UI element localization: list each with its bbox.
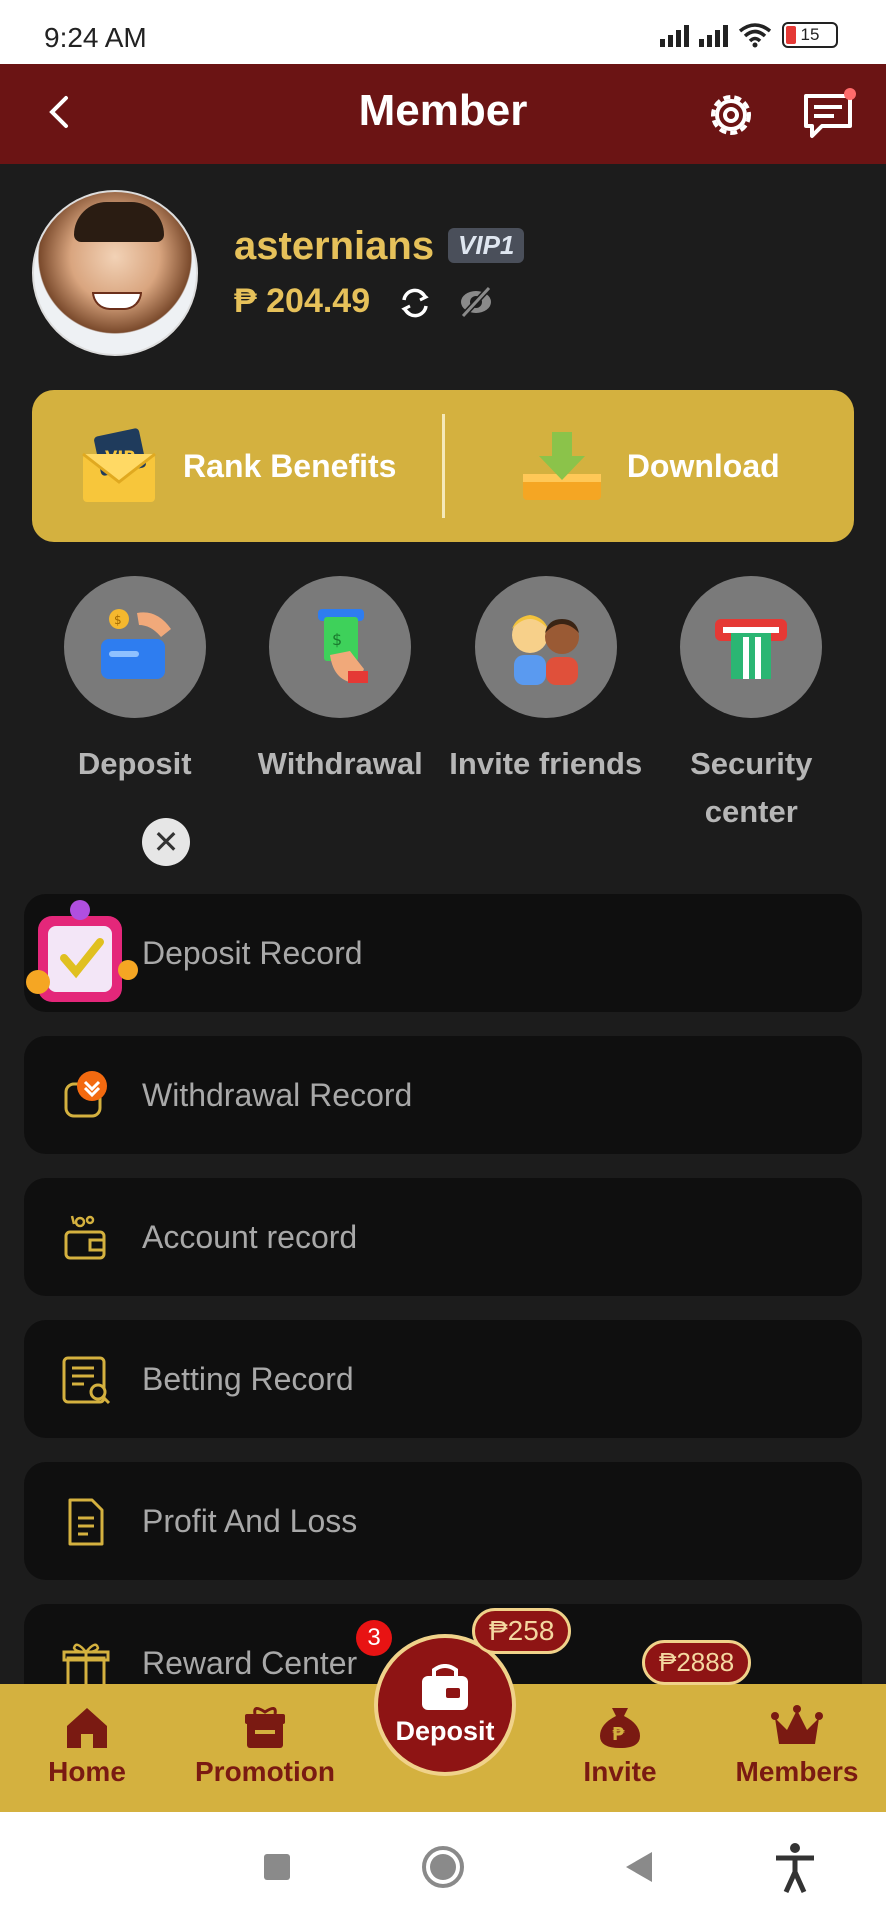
gear-icon[interactable] <box>704 88 758 142</box>
deposit-count-badge: 3 <box>356 1620 392 1656</box>
refresh-icon[interactable] <box>398 286 432 320</box>
reward-center-label: Reward Center <box>142 1644 358 1681</box>
quick-security-center[interactable]: Security center <box>649 576 855 836</box>
quick-deposit[interactable]: $ Deposit <box>32 576 238 836</box>
deposit-card-icon: $ <box>63 576 206 718</box>
withdrawal-record-item[interactable]: Withdrawal Record <box>24 1036 862 1154</box>
svg-text:$: $ <box>114 613 122 627</box>
nav-promotion[interactable]: Promotion <box>190 1684 340 1812</box>
svg-text:$: $ <box>332 630 342 649</box>
rank-benefits-label: Rank Benefits <box>183 447 397 484</box>
crown-icon <box>771 1705 823 1744</box>
nav-home-label: Home <box>48 1756 126 1787</box>
withdrawal-record-label: Withdrawal Record <box>142 1076 413 1113</box>
profit-and-loss-item[interactable]: Profit And Loss <box>24 1462 862 1580</box>
security-card-icon <box>680 576 823 718</box>
profit-and-loss-label: Profit And Loss <box>142 1502 358 1539</box>
deposit-bonus-pill: ₱258 <box>472 1608 572 1654</box>
username: asternians <box>234 224 435 268</box>
nav-deposit-button[interactable]: Deposit <box>374 1634 516 1776</box>
profile-section: asternians VIP1 ₱ 204.49 <box>32 190 862 360</box>
quick-withdrawal[interactable]: $ Withdrawal <box>238 576 444 836</box>
nav-invite-label: Invite <box>583 1756 657 1787</box>
friends-icon <box>474 576 617 718</box>
benefits-card: VIP Rank Benefits Download <box>32 390 854 542</box>
avatar[interactable] <box>32 190 198 356</box>
nav-home[interactable]: Home <box>12 1684 162 1812</box>
download-button[interactable]: Download <box>445 390 855 542</box>
hide-balance-icon[interactable] <box>456 282 496 322</box>
invite-bonus-pill: ₱2888 <box>642 1640 752 1685</box>
nav-members-label: Members <box>735 1756 859 1787</box>
document-icon <box>68 1498 104 1546</box>
quick-invite-friends[interactable]: Invite friends <box>443 576 649 836</box>
deposit-label: Deposit <box>77 746 192 781</box>
withdrawal-cash-icon: $ <box>269 576 412 718</box>
nav-members[interactable]: Members <box>722 1684 872 1812</box>
download-icon <box>522 432 601 500</box>
betting-record-item[interactable]: Betting Record <box>24 1320 862 1438</box>
balance-amount: ₱ 204.49 <box>234 282 371 320</box>
account-record-label: Account record <box>142 1218 358 1255</box>
withdrawal-record-icon <box>64 1071 107 1118</box>
battery-level: 15 <box>800 25 820 44</box>
download-label: Download <box>626 447 780 484</box>
betting-record-icon <box>62 1356 111 1405</box>
security-center-label: Security center <box>690 746 813 829</box>
accessibility-icon[interactable] <box>772 1842 818 1894</box>
home-system-button[interactable] <box>422 1846 464 1888</box>
money-bag-icon: ₱ <box>600 1708 640 1748</box>
home-icon <box>67 1708 107 1748</box>
app-header: Member <box>0 64 886 164</box>
vip-envelope-icon: VIP <box>82 428 156 502</box>
floating-promo-icon[interactable] <box>24 886 160 1016</box>
quick-actions: $ Deposit $ Withdrawal Invite friends Se… <box>32 576 854 836</box>
message-icon[interactable] <box>800 86 858 144</box>
signal-icon <box>660 23 689 47</box>
promotion-gift-icon <box>245 1707 285 1748</box>
back-system-icon[interactable] <box>624 1850 654 1884</box>
rank-benefits-button[interactable]: VIP Rank Benefits <box>32 390 442 542</box>
withdrawal-label: Withdrawal <box>257 746 423 781</box>
wallet-bag-icon <box>422 1663 468 1710</box>
records-list: Deposit Record Withdrawal Record Account… <box>24 894 862 1746</box>
status-time: 9:24 AM <box>44 22 147 53</box>
status-icons: 15 <box>660 22 838 48</box>
svg-text:₱: ₱ <box>612 1724 625 1745</box>
wallet-icon <box>64 1215 106 1260</box>
nav-deposit-label: Deposit <box>395 1715 495 1746</box>
status-bar: 9:24 AM 15 <box>0 0 886 64</box>
wifi-icon <box>738 23 772 48</box>
betting-record-label: Betting Record <box>142 1360 354 1397</box>
account-record-item[interactable]: Account record <box>24 1178 862 1296</box>
invite-friends-label: Invite friends <box>449 746 643 781</box>
signal-icon-2 <box>699 23 728 47</box>
gift-icon <box>62 1643 110 1688</box>
system-nav-bar <box>0 1812 886 1920</box>
close-icon[interactable]: ✕ <box>142 818 190 866</box>
battery-icon: 15 <box>782 22 838 48</box>
deposit-record-label: Deposit Record <box>142 934 363 971</box>
nav-invite[interactable]: ₱ Invite <box>545 1684 695 1812</box>
nav-promotion-label: Promotion <box>195 1756 335 1787</box>
vip-badge: VIP1 <box>448 228 525 263</box>
recents-button[interactable] <box>264 1854 290 1880</box>
